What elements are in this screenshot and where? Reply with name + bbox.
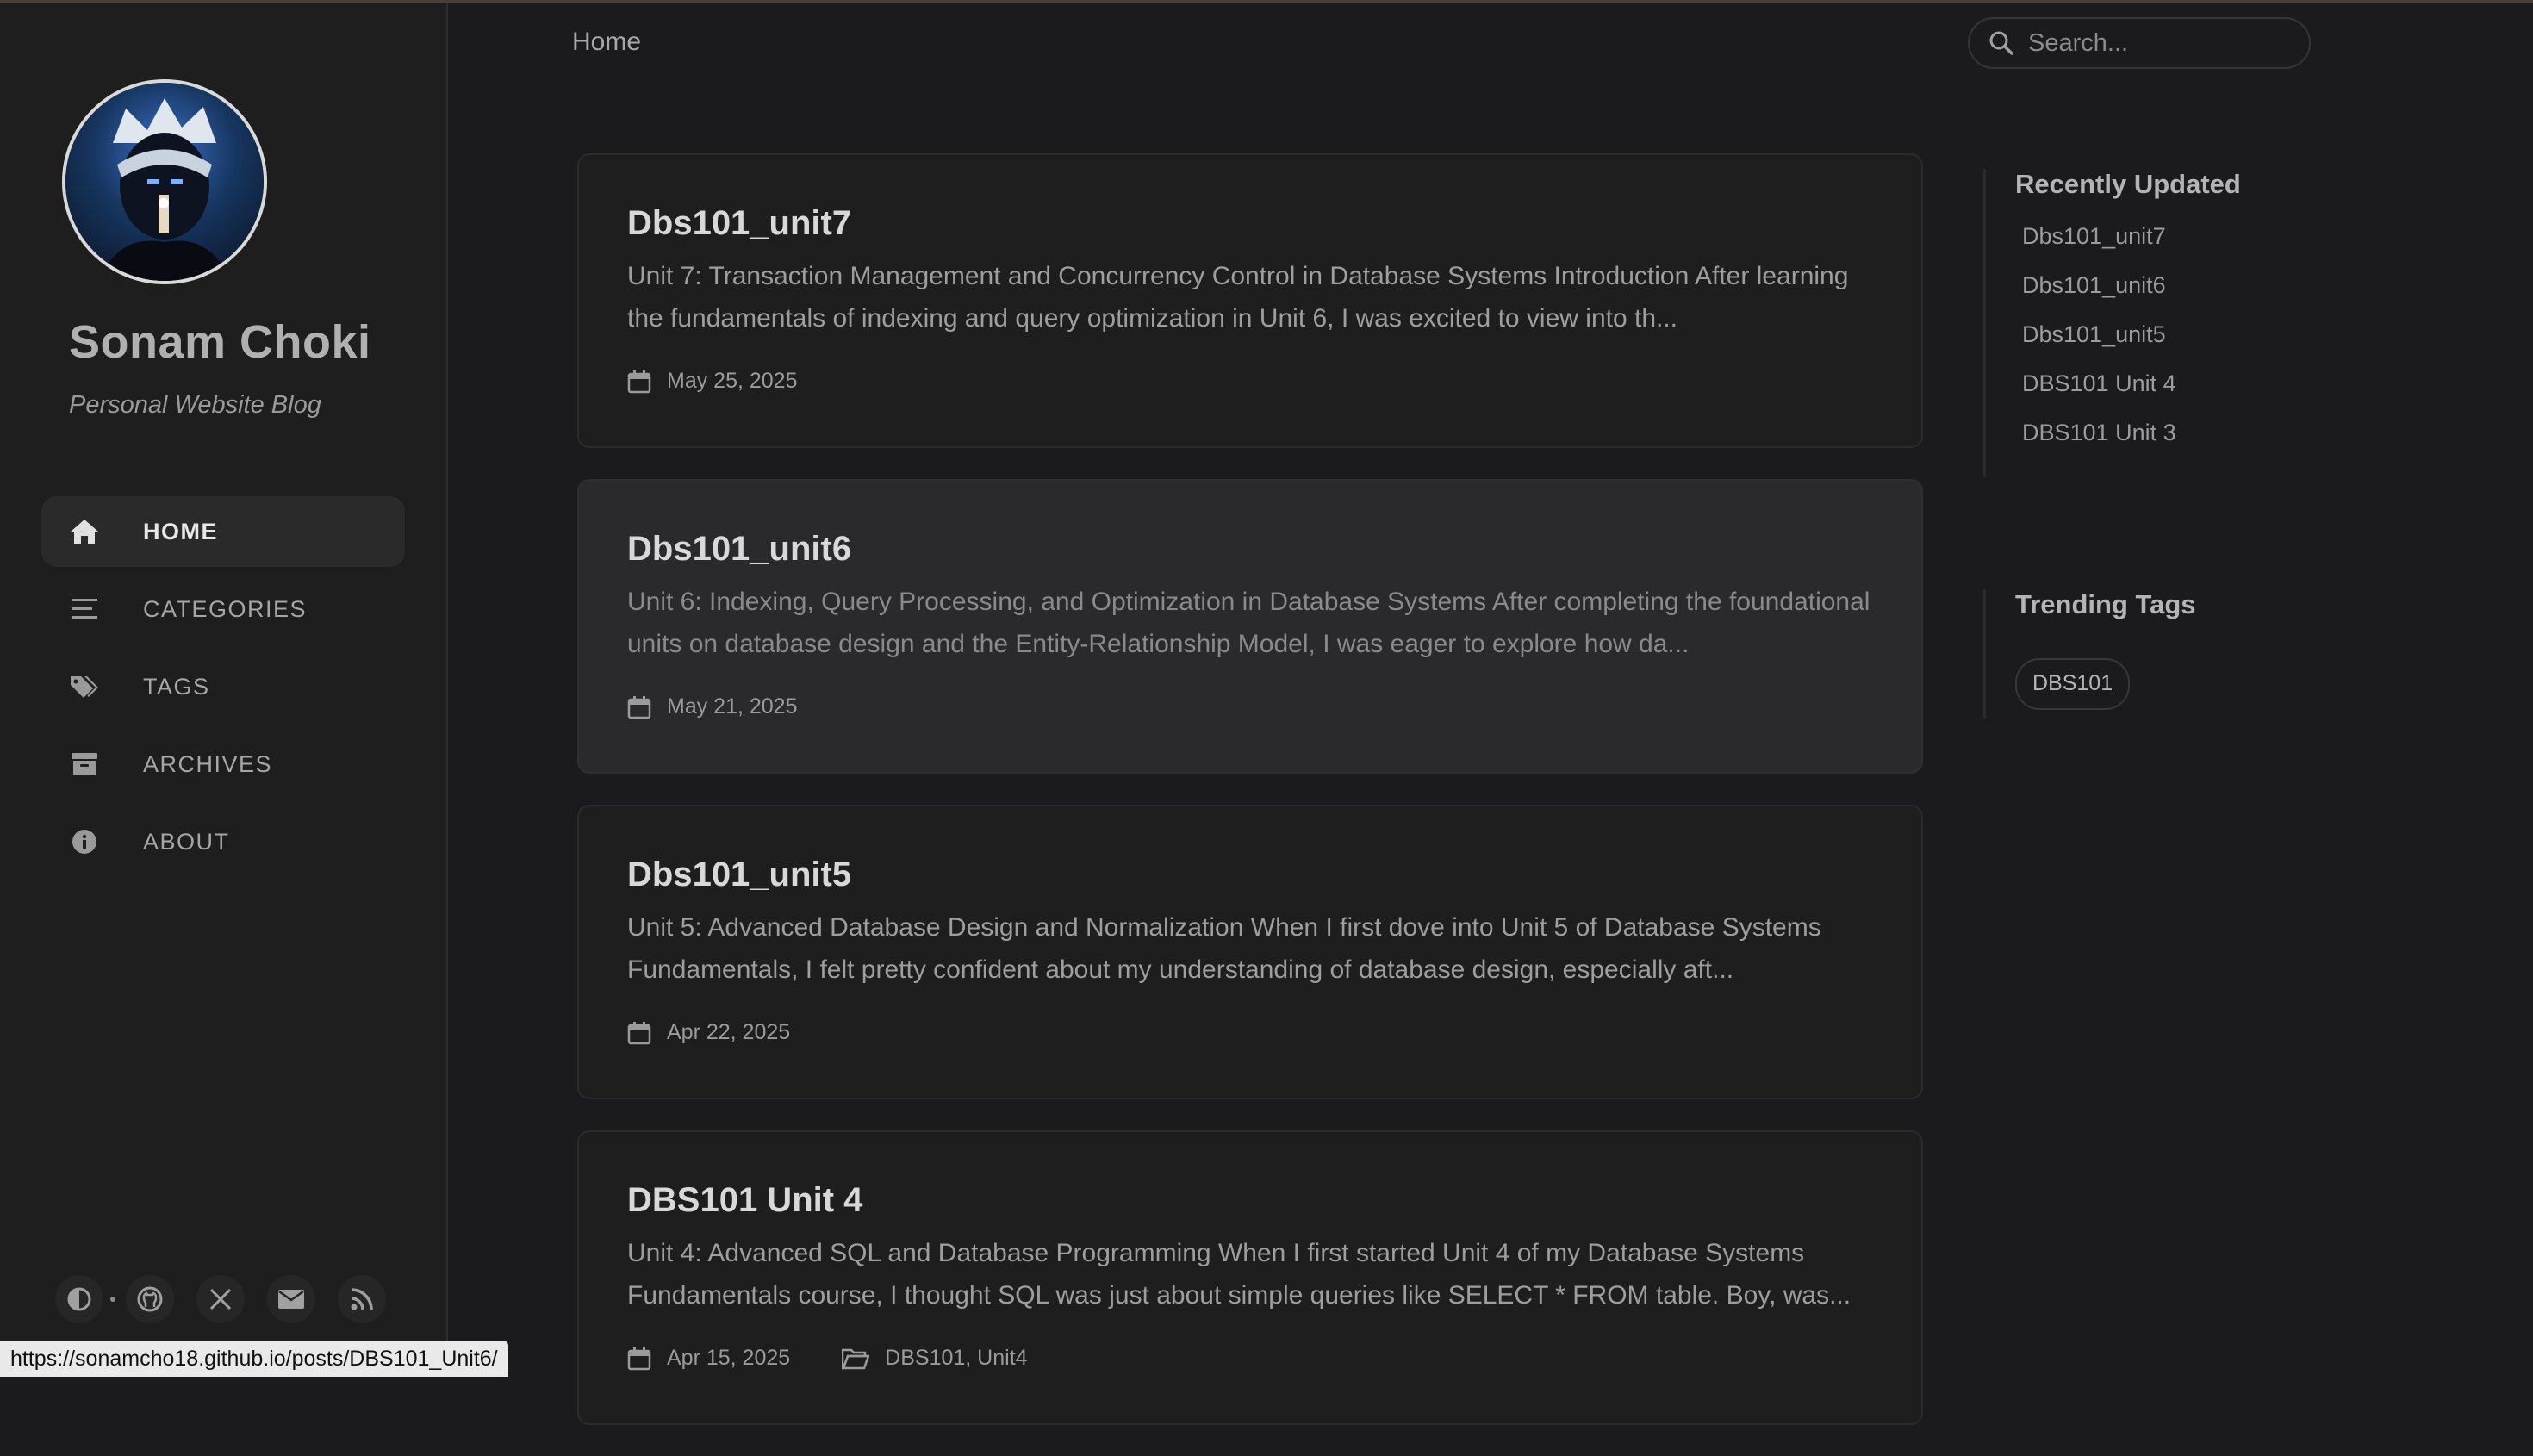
site-title[interactable]: Sonam Choki (69, 315, 371, 369)
trending-tags-panel: Trending Tags DBS101 (1983, 589, 2196, 719)
post-excerpt: Unit 7: Transaction Management and Concu… (627, 262, 1849, 333)
post-date: Apr 22, 2025 (667, 1020, 791, 1044)
post-date: May 21, 2025 (667, 694, 798, 719)
info-circle-icon (69, 826, 100, 857)
sidebar-nav: HOME CATEGORIES TAGS ARCHIVES ABOUT (41, 496, 405, 884)
sidebar: Sonam Choki Personal Website Blog HOME C… (0, 3, 448, 1377)
post-meta: May 25, 2025 (627, 369, 1873, 394)
sidebar-item-label: ARCHIVES (143, 750, 273, 777)
post-excerpt: Unit 4: Advanced SQL and Database Progra… (627, 1239, 1852, 1310)
sidebar-item-label: ABOUT (143, 828, 230, 855)
post-title[interactable]: DBS101 Unit 4 (627, 1179, 1873, 1222)
separator-dot (110, 1297, 115, 1302)
sidebar-item-about[interactable]: ABOUT (41, 806, 405, 877)
panel-heading: Trending Tags (2015, 589, 2196, 619)
sidebar-item-home[interactable]: HOME (41, 496, 405, 567)
panel-heading: Recently Updated (2015, 169, 2241, 199)
calendar-icon (627, 695, 651, 719)
search-box[interactable] (1968, 17, 2311, 69)
sidebar-item-categories[interactable]: CATEGORIES (41, 574, 405, 644)
sidebar-bottom-links (55, 1275, 408, 1323)
sidebar-item-archives[interactable]: ARCHIVES (41, 729, 405, 800)
post-category-label[interactable]: DBS101, Unit4 (885, 1346, 1027, 1371)
sidebar-item-label: HOME (143, 518, 218, 544)
sidebar-item-label: TAGS (143, 673, 210, 700)
breadcrumb: Home (572, 28, 642, 56)
calendar-icon (627, 370, 651, 393)
calendar-icon (627, 1347, 651, 1370)
recently-updated-list: Dbs101_unit7 Dbs101_unit6 Dbs101_unit5 D… (2015, 212, 2241, 457)
search-icon (1989, 31, 2013, 55)
calendar-icon (627, 1021, 651, 1044)
x-twitter-icon[interactable] (196, 1275, 245, 1323)
tag-pill[interactable]: DBS101 (2015, 658, 2131, 710)
post-meta: Apr 15, 2025 DBS101, Unit4 (627, 1346, 1873, 1371)
avatar[interactable] (65, 83, 264, 281)
recent-post-link[interactable]: DBS101 Unit 3 (2015, 408, 2241, 457)
post-meta: May 21, 2025 (627, 694, 1873, 719)
post-excerpt: Unit 5: Advanced Database Design and Nor… (627, 913, 1821, 984)
post-card[interactable]: Dbs101_unit7 Unit 7: Transaction Managem… (577, 153, 1923, 448)
sidebar-item-label: CATEGORIES (143, 595, 308, 622)
folder-open-icon (842, 1348, 870, 1369)
archive-icon (69, 749, 100, 780)
recently-updated-panel: Recently Updated Dbs101_unit7 Dbs101_uni… (1983, 169, 2241, 477)
recent-post-link[interactable]: Dbs101_unit5 (2015, 310, 2241, 359)
sidebar-item-tags[interactable]: TAGS (41, 651, 405, 722)
search-input[interactable] (2026, 28, 2288, 59)
recent-post-link[interactable]: Dbs101_unit7 (2015, 212, 2241, 261)
rss-icon[interactable] (338, 1275, 386, 1323)
recent-post-link[interactable]: DBS101 Unit 4 (2015, 359, 2241, 408)
post-title[interactable]: Dbs101_unit5 (627, 853, 1873, 896)
post-card[interactable]: DBS101 Unit 4 Unit 4: Advanced SQL and D… (577, 1130, 1923, 1425)
tags-icon (69, 671, 100, 702)
email-icon[interactable] (267, 1275, 315, 1323)
post-date: May 25, 2025 (667, 369, 798, 393)
post-title[interactable]: Dbs101_unit7 (627, 202, 1873, 245)
post-list: Dbs101_unit7 Unit 7: Transaction Managem… (577, 153, 1923, 1456)
github-icon[interactable] (126, 1275, 174, 1323)
site-subtitle: Personal Website Blog (69, 391, 321, 419)
post-card[interactable]: Dbs101_unit6 Unit 6: Indexing, Query Pro… (577, 479, 1923, 774)
post-title[interactable]: Dbs101_unit6 (627, 527, 1873, 570)
recent-post-link[interactable]: Dbs101_unit6 (2015, 261, 2241, 310)
post-date: Apr 15, 2025 (667, 1346, 791, 1370)
post-category: DBS101, Unit4 (842, 1346, 1028, 1371)
stream-icon (69, 594, 100, 625)
status-bar-url: https://sonamcho18.github.io/posts/DBS10… (0, 1341, 508, 1377)
post-card[interactable]: Dbs101_unit5 Unit 5: Advanced Database D… (577, 805, 1923, 1099)
post-meta: Apr 22, 2025 (627, 1020, 1873, 1045)
post-excerpt: Unit 6: Indexing, Query Processing, and … (627, 588, 1870, 658)
theme-toggle-icon[interactable] (55, 1275, 103, 1323)
home-icon (69, 516, 100, 547)
